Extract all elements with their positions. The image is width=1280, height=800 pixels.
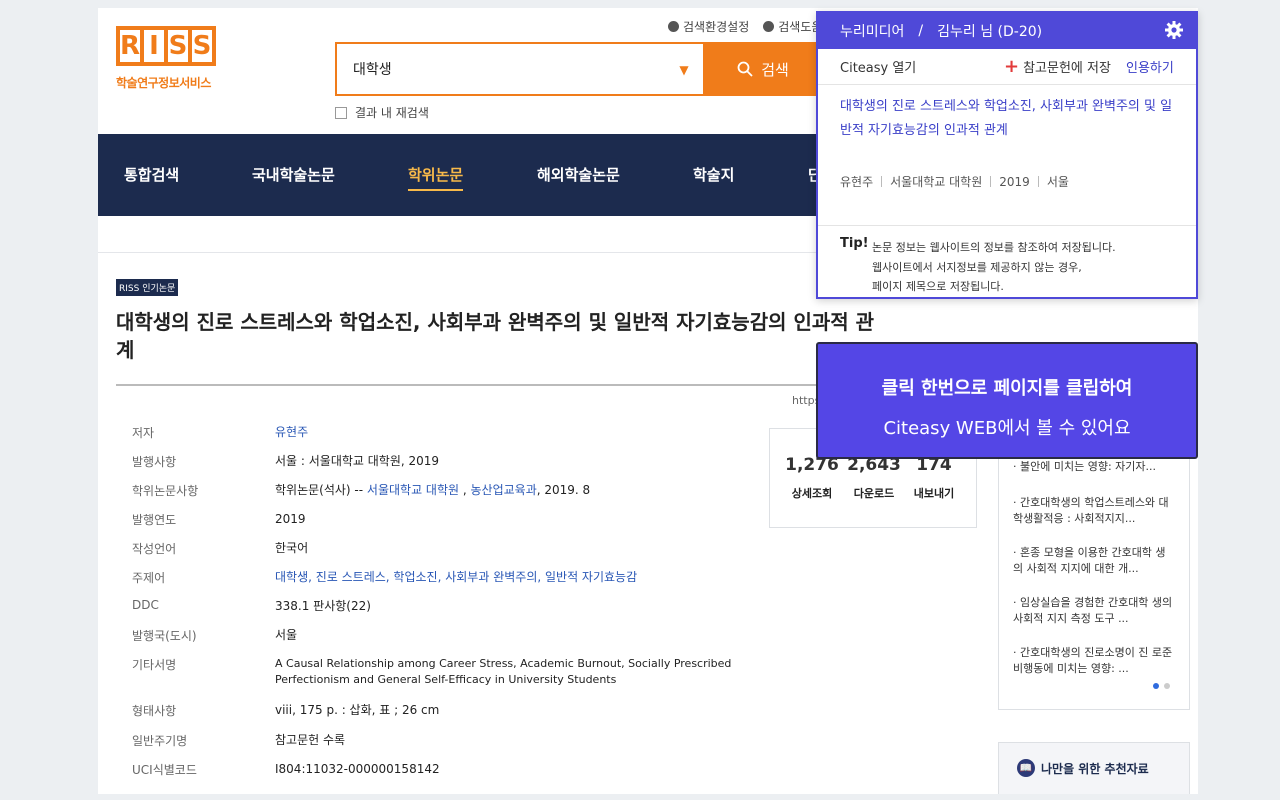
promo-banner: 클릭 한번으로 페이지를 클립하여 Citeasy WEB에서 볼 수 있어요	[816, 342, 1198, 459]
plus-icon: +	[1004, 55, 1020, 77]
popup-separator: /	[918, 23, 924, 39]
detail-row: 기타서명 A Causal Relationship among Career S…	[132, 657, 732, 686]
logo-mark: R I S S	[116, 26, 236, 66]
nav-item-domestic[interactable]: 국내학술논문	[252, 164, 335, 185]
keywords-link[interactable]: 대학생, 진로 스트레스, 학업소진, 사회부과 완벽주의, 일반적 자기효능감	[275, 569, 732, 598]
title-divider	[116, 384, 886, 386]
carousel-dots	[1153, 683, 1170, 689]
popup-user: 김누리 님 (D-20)	[937, 24, 1043, 40]
popup-header: 누리미디어 / 김누리 님 (D-20)	[818, 13, 1196, 49]
carousel-dot[interactable]	[1164, 683, 1170, 689]
tip-text: 논문 정보는 웹사이트의 정보를 참조하여 저장됩니다. 웹사이트에서 서지정보…	[872, 241, 1116, 293]
popular-badge: RISS 인기논문	[116, 279, 179, 296]
banner-line-2: Citeasy WEB에서 볼 수 있어요	[883, 418, 1131, 439]
detail-row: 발행사항 서울 : 서울대학교 대학원, 2019	[132, 454, 440, 469]
search-dropdown-caret[interactable]: ▼	[664, 63, 704, 77]
book-icon: 📖	[1017, 759, 1035, 777]
recommend-box[interactable]: 📖 나만을 위한 추천자료	[998, 742, 1190, 794]
recheck-checkbox[interactable]	[335, 106, 347, 119]
related-item[interactable]: · 불안에 미치는 영향: 자기자...	[1013, 459, 1173, 475]
department-link[interactable]: 농산업교육과	[471, 483, 537, 497]
author-link[interactable]: 유현주	[275, 424, 732, 453]
logo-letter: S	[188, 26, 216, 66]
search-help-link[interactable]: 검색도움	[763, 18, 822, 35]
detail-row: 일반주기명 참고문헌 수록	[132, 733, 346, 748]
nav-item-overseas[interactable]: 해외학술논문	[537, 164, 620, 185]
citeasy-popup: 누리미디어 / 김누리 님 (D-20) Citeasy 열기 + 참고문헌에 저…	[816, 11, 1198, 299]
stat-downloads: 2,643 다운로드	[847, 455, 901, 500]
banner-line-1: 클릭 한번으로 페이지를 클립하여	[881, 378, 1133, 399]
nav-item-thesis[interactable]: 학위논문	[408, 164, 464, 191]
popup-org: 누리미디어	[840, 24, 905, 40]
open-citeasy-button[interactable]: Citeasy 열기	[840, 57, 916, 76]
related-item[interactable]: · 임상실습을 경험한 간호대학 생의 사회적 지지 측정 도구 ...	[1013, 595, 1173, 627]
tip-label: Tip!	[840, 236, 869, 251]
cite-button[interactable]: 인용하기	[1126, 57, 1174, 76]
logo-subtitle: 학술연구정보서비스	[116, 76, 211, 90]
search-settings-link[interactable]: 검색환경설정	[668, 18, 749, 35]
carousel-dot[interactable]	[1153, 683, 1159, 689]
related-item[interactable]: · 혼종 모형을 이용한 간호대학 생의 사회적 지지에 대한 개...	[1013, 545, 1173, 577]
recommend-link: 📖 나만을 위한 추천자료	[1017, 759, 1149, 777]
related-item[interactable]: · 간호대학생의 학업스트레스와 대학생활적응 : 사회적지지...	[1013, 495, 1173, 527]
detail-row: 학위논문사항 학위논문(석사) -- 서울대학교 대학원 , 농산업교육과, 20…	[132, 483, 591, 498]
detail-row: 발행연도 2019	[132, 512, 306, 527]
detail-row: 작성언어 한국어	[132, 541, 309, 556]
search-icon	[737, 61, 753, 77]
meta-separator	[881, 176, 883, 187]
detail-row: 발행국(도시) 서울	[132, 628, 298, 643]
recheck-option[interactable]: 결과 내 재검색	[335, 104, 429, 121]
popup-tip: Tip! 논문 정보는 웹사이트의 정보를 참조하여 저장됩니다. 웹사이트에서…	[818, 225, 1196, 297]
nav-item-integrated[interactable]: 통합검색	[124, 164, 179, 185]
related-sidebar: · 불안에 미치는 영향: 자기자... · 간호대학생의 학업스트레스와 대학…	[998, 448, 1190, 710]
top-menu: 검색환경설정 검색도움	[668, 18, 822, 35]
recommend-label: 나만을 위한 추천자료	[1041, 761, 1149, 776]
search-button-label: 검색	[761, 60, 789, 79]
stat-exports: 174 내보내기	[913, 455, 955, 500]
detail-row: 주제어 대학생, 진로 스트레스, 학업소진, 사회부과 완벽주의, 일반적 자기…	[132, 569, 732, 598]
detail-row: 저자 유현주	[132, 424, 732, 453]
detail-row: 형태사항 viii, 175 p. : 삽화, 표 ; 26 cm	[132, 703, 440, 718]
save-reference-button[interactable]: + 참고문헌에 저장	[1004, 57, 1111, 76]
related-item[interactable]: · 간호대학생의 진로소명이 진 로준비행동에 미치는 영향: ...	[1013, 645, 1173, 677]
detail-row: DDC 338.1 판사항(22)	[132, 598, 371, 613]
popup-doc-title: 대학생의 진로 스트레스와 학업소진, 사회부과 완벽주의 및 일반적 자기효능…	[840, 99, 1173, 138]
gear-icon[interactable]	[1164, 20, 1184, 40]
popup-toolbar: Citeasy 열기 + 참고문헌에 저장 인용하기	[818, 49, 1196, 85]
meta-separator	[1037, 176, 1039, 187]
detail-table: 저자 유현주 발행사항 서울 : 서울대학교 대학원, 2019 학위논문사항 학위논…	[132, 424, 732, 790]
popup-meta: 유현주 서울대학교 대학원 2019 서울	[840, 174, 1069, 190]
page-title: 대학생의 진로 스트레스와 학업소진, 사회부과 완벽주의 및 일반적 자기효능…	[116, 310, 875, 362]
riss-logo[interactable]: R I S S 학술연구정보서비스	[116, 26, 236, 91]
university-link[interactable]: 서울대학교 대학원	[367, 483, 459, 497]
search-button[interactable]: 검색	[703, 42, 823, 96]
stat-views: 1,276 상세조회	[785, 455, 839, 500]
nav-item-journal[interactable]: 학술지	[693, 164, 734, 185]
detail-row: UCI식별코드 I804:11032-000000158142	[132, 762, 440, 777]
gear-icon	[668, 21, 679, 32]
meta-separator	[990, 176, 992, 187]
recheck-label: 결과 내 재검색	[355, 106, 429, 120]
info-icon	[763, 21, 775, 32]
